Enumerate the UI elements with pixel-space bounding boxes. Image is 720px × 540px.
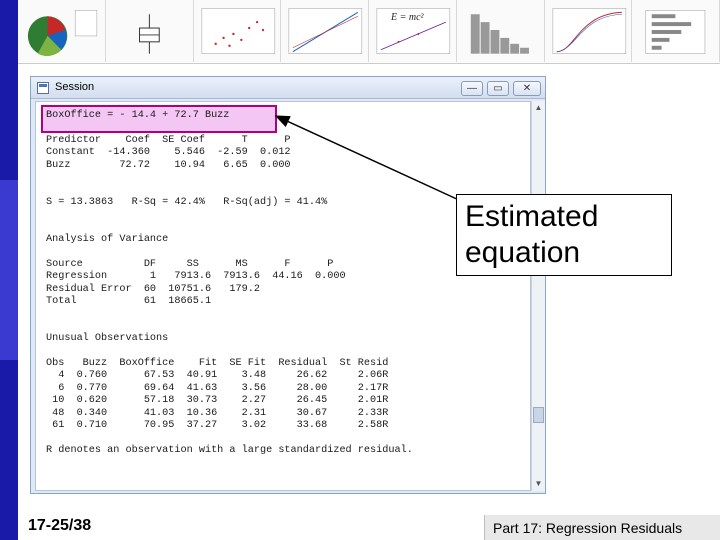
footer-text: Part 17: Regression Residuals (493, 520, 683, 536)
session-window-icon (37, 82, 49, 94)
session-line: Analysis of Variance (46, 234, 169, 245)
vertical-scrollbar[interactable]: ▲ ▼ (531, 101, 545, 491)
close-button[interactable]: ✕ (513, 81, 541, 96)
thumbnail-bar-chart (632, 0, 720, 62)
session-title: Session (55, 81, 95, 93)
thumbnail-formula-scatter: E = mc² (369, 0, 457, 62)
session-output[interactable]: BoxOffice = - 14.4 + 72.7 Buzz Predictor … (35, 101, 531, 491)
session-line: 10 0.620 57.18 30.73 2.27 26.45 2.01R (46, 395, 389, 407)
scroll-thumb[interactable] (533, 407, 544, 423)
session-line: Total 61 18665.1 (46, 296, 212, 307)
session-line: 48 0.340 41.03 10.36 2.31 30.67 2.33R (46, 407, 389, 419)
slide-number: 17-25/38 (28, 517, 92, 534)
session-line: Unusual Observations (46, 333, 169, 345)
thumbnail-histogram (456, 0, 545, 62)
callout-text: Estimated equation (465, 199, 598, 271)
thumbnail-strip: E = mc² (18, 0, 720, 64)
session-line: Obs Buzz BoxOffice Fit SE Fit Residual S… (46, 358, 389, 369)
callout-line-2: equation (465, 236, 581, 269)
session-line: Regression 1 7913.6 7913.6 44.16 0.000 (46, 271, 346, 283)
thumbnail-scatter-1 (193, 0, 282, 62)
footer: Part 17: Regression Residuals (484, 515, 720, 540)
session-line: Constant -14.360 5.546 -2.59 0.012 (46, 147, 291, 159)
maximize-button[interactable]: ▭ (487, 81, 509, 96)
session-line: Source DF SS MS F P (46, 258, 334, 270)
thumbnail-scatter-lines (281, 0, 369, 62)
callout-box: Estimated equation (456, 194, 672, 276)
left-stripe-accent (0, 180, 18, 360)
thumbnail-pie-chart (18, 0, 106, 62)
session-line: Buzz 72.72 10.94 6.65 0.000 (46, 159, 291, 171)
session-line: Residual Error 60 10751.6 179.2 (46, 283, 260, 295)
thumbnail-formula: E = mc² (391, 12, 424, 23)
session-line: Predictor Coef SE Coef T P (46, 134, 291, 146)
callout-line-1: Estimated (465, 200, 599, 233)
session-line: 4 0.760 67.53 40.91 3.48 26.62 2.06R (46, 370, 389, 382)
session-line: S = 13.3863 R-Sq = 42.4% R-Sq(adj) = 41.… (46, 196, 328, 208)
thumbnail-boxplot (105, 0, 194, 62)
session-line: 6 0.770 69.64 41.63 3.56 28.00 2.17R (46, 382, 389, 394)
regression-equation: BoxOffice = - 14.4 + 72.7 Buzz (46, 110, 230, 121)
scroll-up-arrow-icon[interactable]: ▲ (532, 101, 545, 115)
session-line: R denotes an observation with a large st… (46, 444, 413, 456)
minimize-button[interactable]: — (461, 81, 483, 96)
session-window: Session — ▭ ✕ BoxOffice = - 14.4 + 72.7 … (30, 76, 546, 494)
session-titlebar[interactable]: Session — ▭ ✕ (31, 77, 545, 99)
session-line: 61 0.710 70.95 37.27 3.02 33.68 2.58R (46, 420, 389, 431)
scroll-down-arrow-icon[interactable]: ▼ (532, 477, 545, 491)
thumbnail-cdf (544, 0, 633, 62)
